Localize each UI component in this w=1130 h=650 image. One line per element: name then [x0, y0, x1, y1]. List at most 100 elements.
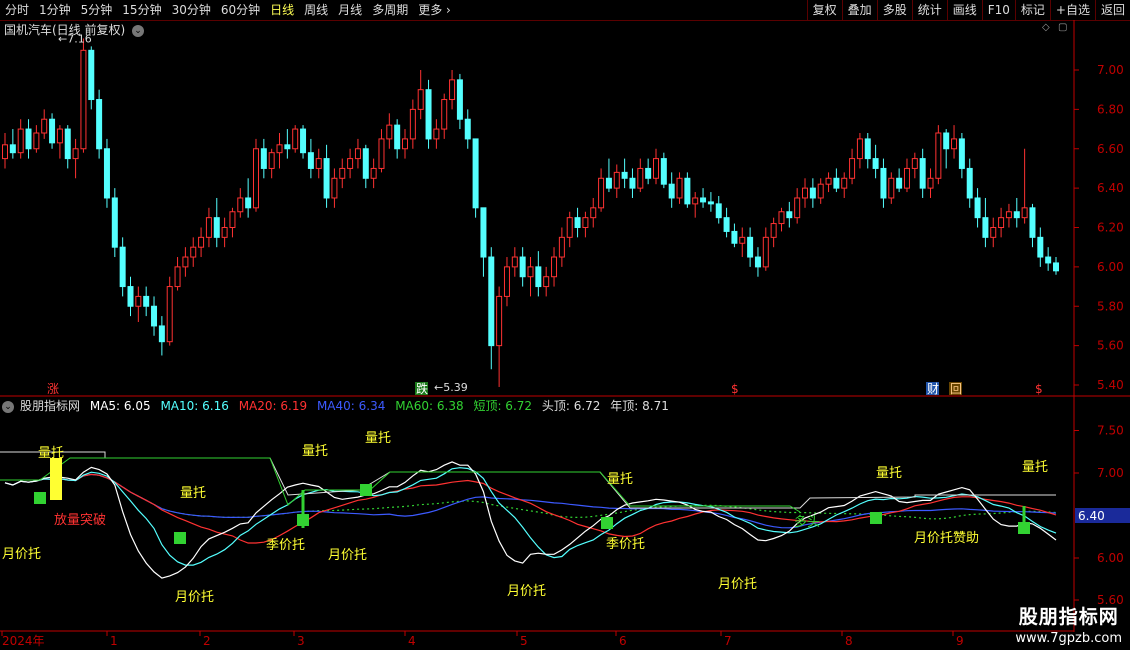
signal-label: 量托: [1022, 460, 1049, 475]
candle-body: [354, 148, 361, 160]
candle-body: [966, 167, 973, 199]
price-axis-label: 6.40: [1097, 181, 1124, 195]
candle-body: [64, 128, 71, 160]
candle-body: [849, 158, 856, 179]
candle-body: [660, 158, 667, 185]
watermark: 股朋指标网 www.7gpzb.com: [1015, 602, 1122, 646]
signal-label: 量托: [607, 472, 634, 487]
ma10-value: MA10: 6.16: [160, 399, 229, 413]
candle-body: [605, 177, 612, 189]
candle-body: [488, 256, 495, 347]
price-axis-label: 6.20: [1097, 221, 1124, 235]
candle-body: [794, 197, 801, 219]
ma60-value: MA60: 6.38: [395, 399, 464, 413]
candle-body: [511, 256, 518, 268]
candle-body: [574, 217, 581, 228]
candle-body: [284, 144, 291, 150]
indicator-axis-label: 7.50: [1097, 424, 1124, 438]
candle-body: [817, 183, 824, 199]
candle-body: [935, 132, 942, 179]
candle-body: [535, 266, 542, 288]
indicator-header: ⌄ 股朋指标网 MA5: 6.05 MA10: 6.16 MA20: 6.19 M…: [2, 398, 675, 414]
candle-body: [276, 144, 283, 154]
candle-body: [707, 201, 714, 205]
candle-body: [339, 167, 346, 179]
ma20-value: MA20: 6.19: [238, 399, 308, 413]
candle-body: [441, 99, 448, 130]
candle-body: [409, 108, 416, 140]
candle-body: [80, 49, 87, 150]
time-axis-label: 7: [724, 634, 732, 648]
price-axis-label: 5.80: [1097, 299, 1124, 313]
candle-body: [927, 177, 934, 189]
candle-body: [402, 138, 409, 150]
candle-body: [307, 152, 314, 169]
signal-label: 量托: [38, 446, 65, 461]
candle-body: [982, 217, 989, 238]
candle-body: [527, 266, 534, 278]
candle-body: [754, 256, 761, 268]
candle-body: [896, 177, 903, 189]
candle-body: [221, 227, 228, 238]
candle-body: [558, 236, 565, 258]
chart-canvas[interactable]: 7.00 6.80 6.60 6.40 6.20 6.00 5.80 5.60 5.40 ←7.1…: [0, 0, 1130, 650]
time-axis-label: 2: [203, 634, 211, 648]
candle-body: [778, 211, 785, 225]
candle-body: [260, 148, 267, 169]
candle-body: [856, 138, 863, 160]
candle-body: [731, 230, 738, 244]
candle-body: [496, 295, 503, 347]
candle-body: [386, 124, 393, 140]
candle-body: [143, 295, 150, 307]
price-axis-label: 7.00: [1097, 63, 1124, 77]
signal-label: 月价托: [2, 547, 42, 562]
signal-square: [601, 517, 613, 529]
head-top-value: 头顶: 6.72: [541, 399, 601, 413]
candle-body: [292, 128, 299, 150]
current-value-label: 6.40: [1078, 509, 1105, 523]
signal-label: 月价托: [718, 577, 758, 592]
candle-body: [472, 138, 479, 209]
low-price-label: ←5.39: [434, 381, 468, 394]
candle-body: [362, 148, 369, 179]
indicator-name: 股朋指标网: [20, 399, 81, 413]
candle-body: [951, 138, 958, 150]
candle-body: [111, 197, 118, 248]
candle-body: [347, 158, 354, 169]
candle-body: [72, 148, 79, 160]
short-top-value: 短顶: 6.72: [473, 399, 533, 413]
settings-chevron-icon[interactable]: ⌄: [2, 400, 14, 413]
time-axis-label: 5: [520, 634, 528, 648]
candle-body: [872, 158, 879, 169]
candle-body: [715, 203, 722, 219]
candle-body: [747, 236, 754, 258]
candle-body: [205, 217, 212, 238]
year-top-value: 年顶: 8.71: [610, 399, 669, 413]
candle-body: [135, 295, 142, 307]
time-axis-label: 2024年: [2, 634, 45, 648]
candle-body: [119, 246, 126, 288]
candle-body: [103, 148, 110, 199]
candle-body: [49, 118, 56, 144]
candle-body: [958, 138, 965, 169]
watermark-title: 股朋指标网: [1018, 606, 1119, 628]
ma60-line: [4, 473, 1057, 520]
candle-body: [629, 177, 636, 189]
candle-body: [464, 118, 471, 140]
candle-body: [1029, 207, 1036, 238]
time-axis-label: 8: [845, 634, 853, 648]
candle-body: [252, 148, 259, 209]
signal-square: [174, 532, 186, 544]
candle-body: [551, 256, 558, 278]
candle-body: [919, 158, 926, 189]
candle-body: [543, 276, 550, 288]
candle-body: [943, 132, 950, 150]
candle-body: [127, 286, 134, 307]
candle-body: [370, 167, 377, 179]
candle-body: [9, 144, 16, 154]
candle-body: [809, 187, 816, 199]
zhang-marker: 涨: [47, 381, 59, 396]
candle-body: [182, 256, 189, 268]
price-axis-label: 5.60: [1097, 339, 1124, 353]
price-axis-label: 6.80: [1097, 102, 1124, 116]
